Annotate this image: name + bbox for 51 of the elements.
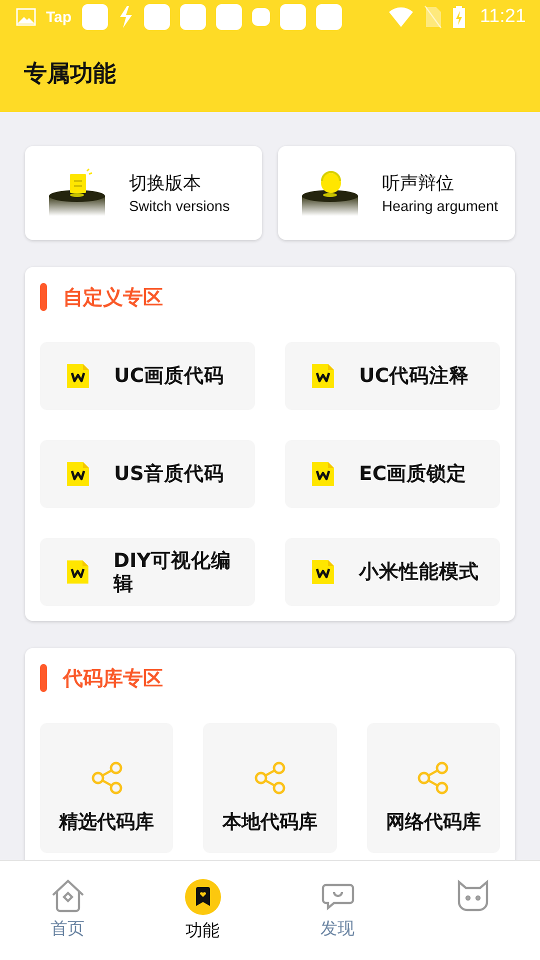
bolt-icon [118, 5, 134, 29]
nav-tab[interactable]: 发现 [270, 861, 405, 960]
document-icon [311, 461, 335, 487]
app-notification-icon [280, 4, 306, 30]
app-notification-icon [82, 4, 108, 30]
code-tile[interactable]: US音质代码 [40, 440, 255, 508]
app-notification-icon [316, 4, 342, 30]
cat-face-icon [456, 879, 490, 913]
app-notification-icon [144, 4, 170, 30]
code-tile[interactable]: DIY可视化编辑 [40, 538, 255, 606]
home-icon [50, 879, 84, 913]
document-icon [66, 461, 90, 487]
status-text: Tap [46, 8, 72, 26]
feature-subtitle: Hearing argument [382, 199, 498, 215]
document-icon [311, 363, 335, 389]
no-sim-icon [424, 5, 442, 29]
code-tile[interactable]: EC画质锁定 [285, 440, 500, 508]
mascot-on-pedestal-icon [300, 168, 360, 218]
app-notification-icon [252, 8, 270, 26]
share-icon [416, 761, 450, 795]
share-icon [90, 761, 124, 795]
feature-title: 切换版本 [129, 172, 202, 195]
code-tile[interactable]: UC代码注释 [285, 342, 500, 410]
section-marker [40, 664, 47, 692]
battery-charging-icon [452, 5, 466, 29]
bookmark-icon [184, 879, 220, 915]
share-icon [252, 761, 287, 795]
code-tile[interactable]: 小米性能模式 [285, 538, 500, 606]
status-time: 11:21 [480, 6, 526, 28]
app-notification-icon [216, 4, 242, 30]
feature-title: 听声辩位 [382, 172, 455, 195]
feature-card[interactable]: 听声辩位 Hearing argument [278, 146, 515, 240]
document-icon [311, 559, 335, 585]
page-title: 专属功能 [24, 60, 116, 88]
library-tile[interactable]: 本地代码库 [203, 723, 337, 853]
feature-subtitle: Switch versions [129, 199, 230, 215]
section-title: 自定义专区 [63, 284, 163, 310]
document-on-pedestal-icon [47, 168, 107, 218]
library-tile[interactable]: 网络代码库 [366, 723, 500, 853]
nav-tab[interactable]: 功能 [135, 861, 270, 960]
code-tile[interactable]: UC画质代码 [40, 342, 255, 410]
document-icon [66, 559, 90, 585]
section-title: 代码库专区 [63, 664, 163, 692]
image-icon [16, 8, 36, 26]
document-icon [66, 363, 90, 389]
section-marker [40, 283, 47, 311]
library-tile[interactable]: 精选代码库 [40, 723, 174, 853]
nav-tab[interactable]: 首页 [0, 861, 135, 960]
wifi-icon [388, 6, 414, 28]
feature-card[interactable]: 切换版本 Switch versions [25, 146, 262, 240]
app-notification-icon [180, 4, 206, 30]
